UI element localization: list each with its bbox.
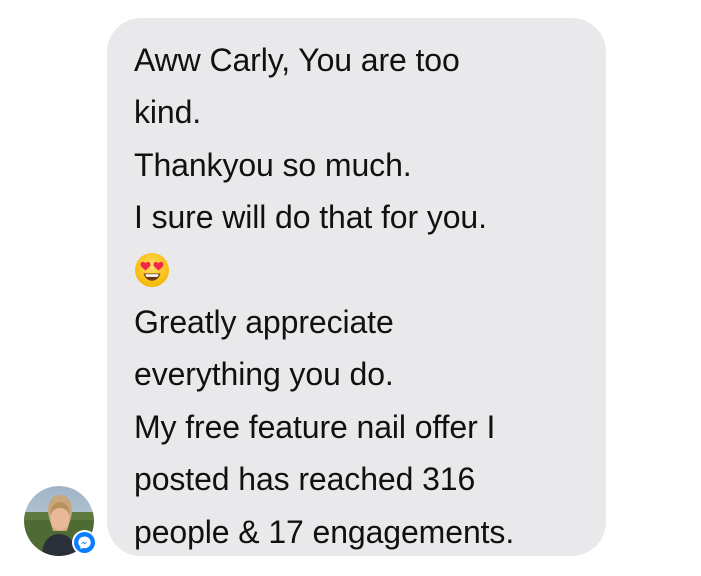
messenger-icon <box>74 532 95 553</box>
sender-avatar[interactable] <box>24 486 97 558</box>
message-line: Aww Carly, You are too <box>134 42 460 78</box>
message-line: everything you do. <box>134 356 394 393</box>
message-line: posted has reached 316 <box>134 461 476 498</box>
message-line: Greatly appreciate <box>134 304 394 341</box>
message-line: My free feature nail offer I <box>134 408 496 445</box>
message-thread: Aww Carly, You are too kind. Thankyou so… <box>0 0 701 576</box>
message-line: I sure will do that for you. <box>134 199 487 236</box>
message-line: people & 17 engagements. <box>134 513 515 550</box>
heart-eyes-emoji-icon <box>135 252 169 287</box>
messenger-badge <box>72 530 97 555</box>
message-line: Thankyou so much. <box>134 146 412 183</box>
emoji-line <box>134 244 586 296</box>
message-line: kind. <box>134 94 202 131</box>
message-bubble[interactable]: Aww Carly, You are too kind. Thankyou so… <box>107 18 606 556</box>
